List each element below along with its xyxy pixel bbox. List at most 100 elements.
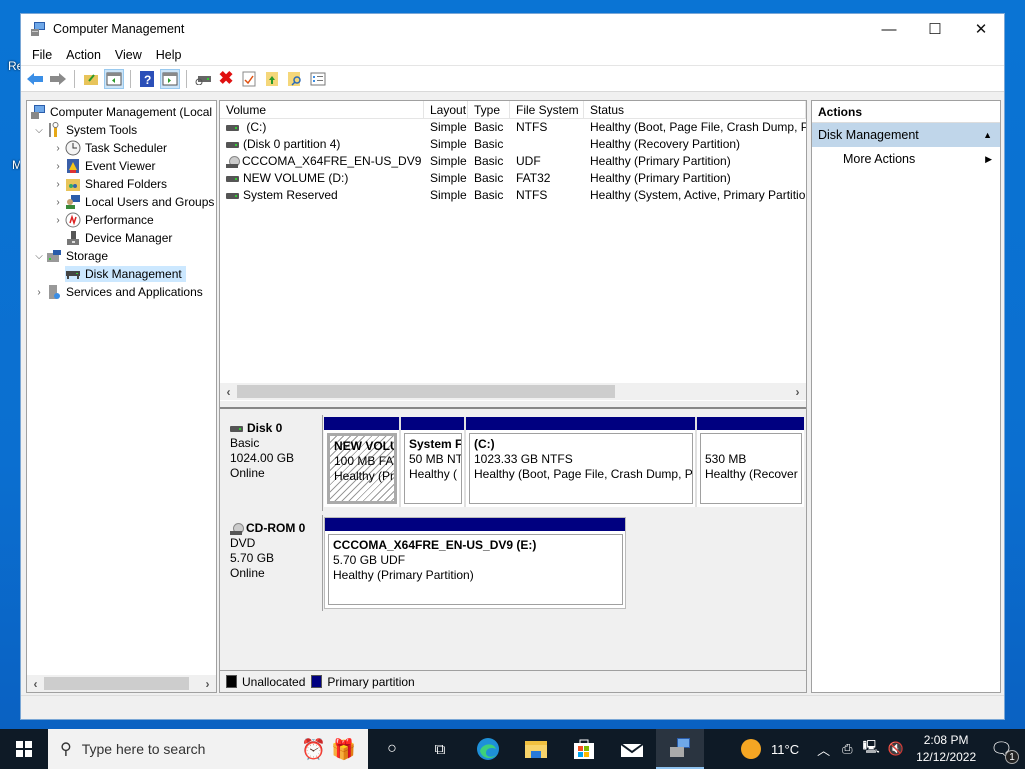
close-button[interactable]: ✕ [958,14,1004,44]
maximize-button[interactable]: ☐ [912,14,958,44]
title-bar[interactable]: Computer Management — ☐ ✕ [21,14,1004,44]
clock[interactable]: 2:08 PM 12/12/2022 [916,732,976,766]
partition-system-reserved[interactable]: System F 50 MB NT Healthy ( [401,417,466,507]
tree-item-device-manager[interactable]: Device Manager [27,229,216,247]
partition-new-volume[interactable]: NEW VOLU 100 MB FAT Healthy (Pri [324,417,401,507]
volume-file-system: FAT32 [516,171,551,185]
weather-temperature[interactable]: 11°C [771,742,799,757]
mail-button[interactable] [608,729,656,769]
scroll-right-icon[interactable]: › [789,385,806,399]
column-header-volume[interactable]: Volume [220,101,424,118]
chevron-down-icon[interactable]: ⌵ [32,125,46,136]
tree-item-system-tools[interactable]: ⌵ System Tools [27,121,216,139]
partition-body: (C:) 1023.33 GB NTFS Healthy (Boot, Page… [469,433,693,504]
menu-action[interactable]: Action [59,48,108,62]
disk-graph-view: Disk 0 Basic 1024.00 GB Online NEW VOLU … [220,407,806,667]
actions-section-disk-management[interactable]: Disk Management ▲ [812,123,1000,147]
scroll-right-icon[interactable]: › [199,677,216,691]
scroll-left-icon[interactable]: ‹ [27,677,44,691]
volume-status: Healthy (Boot, Page File, Crash Dump, Pr… [590,120,806,134]
disk-0-label[interactable]: Disk 0 Basic 1024.00 GB Online [222,415,323,511]
task-view-button[interactable]: ⧉ [416,729,464,769]
start-button[interactable] [0,729,48,769]
column-header-type[interactable]: Type [468,101,510,118]
scroll-left-icon[interactable]: ‹ [220,385,237,399]
chevron-right-icon[interactable]: › [51,143,65,154]
tree-horizontal-scrollbar[interactable]: ‹ › [27,675,216,692]
checklist-icon[interactable] [308,69,328,89]
table-row[interactable]: (C:) Simple Basic NTFS Healthy (Boot, Pa… [220,119,806,136]
partition-c[interactable]: (C:) 1023.33 GB NTFS Healthy (Boot, Page… [466,417,697,507]
tree-item-services-applications[interactable]: › Services and Applications [27,283,216,301]
alarm-clock-icon[interactable]: ⏰ [301,737,326,762]
tree-item-disk-management[interactable]: Disk Management [27,265,216,283]
meet-now-icon[interactable]: ⎙ [842,741,852,757]
store-button[interactable] [560,729,608,769]
chevron-right-icon[interactable]: › [51,179,65,190]
show-hide-action-pane-icon[interactable] [160,68,180,89]
menu-view[interactable]: View [108,48,149,62]
tree-item-local-users-groups[interactable]: › Local Users and Groups [27,193,216,211]
column-header-file-system[interactable]: File System [510,101,584,118]
menu-file[interactable]: File [25,48,59,62]
partition-recovery[interactable]: 530 MB Healthy (Recover [697,417,804,507]
volume-name: NEW VOLUME (D:) [243,171,349,185]
table-row[interactable]: NEW VOLUME (D:) Simple Basic FAT32 Healt… [220,170,806,187]
volume-muted-icon[interactable]: 🔇 [888,741,904,757]
partition-status: Healthy ( [409,467,458,481]
tree-root-label: Computer Management (Local [50,105,213,119]
computer-management-icon [670,738,690,757]
volume-list-horizontal-scrollbar[interactable]: ‹ › [220,383,806,400]
gift-icon[interactable]: 🎁 [331,737,356,762]
tree-item-storage[interactable]: ⌵ Storage [27,247,216,265]
table-row[interactable]: System Reserved Simple Basic NTFS Health… [220,187,806,204]
computer-management-taskbar-button[interactable] [656,729,704,769]
connect-icon[interactable] [193,69,213,89]
tree-root[interactable]: Computer Management (Local [27,103,216,121]
chevron-right-icon[interactable]: › [51,161,65,172]
tree-item-shared-folders[interactable]: › Shared Folders [27,175,216,193]
search-icon[interactable] [285,69,305,89]
cortana-button[interactable]: ○ [368,729,416,769]
collapse-up-icon[interactable]: ▲ [983,123,992,147]
partition-e[interactable]: CCCOMA_X64FRE_EN-US_DV9 (E:) 5.70 GB UDF… [325,518,625,608]
show-hide-tree-icon[interactable] [104,68,124,89]
volume-status: Healthy (Recovery Partition) [590,137,741,151]
chevron-down-icon[interactable]: ⌵ [32,251,46,262]
scrollbar-thumb[interactable] [237,385,615,398]
column-header-status[interactable]: Status [584,101,806,118]
tree-item-event-viewer[interactable]: › Event Viewer [27,157,216,175]
network-icon[interactable]: 🖳 [863,738,880,760]
action-more-actions[interactable]: More Actions ▶ [812,147,1000,171]
back-icon[interactable] [25,69,45,89]
toolbar-separator [186,69,187,88]
tree-item-task-scheduler[interactable]: › Task Scheduler [27,139,216,157]
chevron-right-icon[interactable]: › [51,197,65,208]
notification-center-button[interactable]: 🗨 1 [990,739,1019,764]
disk-size: 5.70 GB [230,551,275,565]
forward-icon[interactable] [48,69,68,89]
help-icon[interactable]: ? [137,69,157,89]
edge-button[interactable] [464,729,512,769]
up-folder-icon[interactable] [81,69,101,89]
store-icon [574,739,594,759]
tree-item-performance[interactable]: › Performance [27,211,216,229]
column-header-layout[interactable]: Layout [424,101,468,118]
weather-icon[interactable] [741,739,762,759]
chevron-right-icon[interactable]: › [32,287,46,298]
table-row[interactable]: (Disk 0 partition 4) Simple Basic Health… [220,136,806,153]
event-viewer-icon [65,158,81,174]
export-icon[interactable] [262,69,282,89]
chevron-right-icon[interactable]: › [51,215,65,226]
cdrom-0-label[interactable]: CD-ROM 0 DVD 5.70 GB Online [222,515,323,611]
menu-help[interactable]: Help [149,48,189,62]
file-explorer-button[interactable] [512,729,560,769]
minimize-button[interactable]: — [866,14,912,44]
scrollbar-thumb[interactable] [44,677,189,690]
tree-item-label: Device Manager [85,231,173,245]
show-hidden-icons-chevron-up-icon[interactable]: ︿ [817,740,830,759]
delete-icon[interactable]: ✖ [216,68,236,89]
taskbar-search-box[interactable]: ⚲ Type here to search ⏰ 🎁 [48,729,368,769]
table-row[interactable]: CCCOMA_X64FRE_EN-US_DV9 (E:) Simple Basi… [220,153,806,170]
properties-icon[interactable] [239,69,259,89]
